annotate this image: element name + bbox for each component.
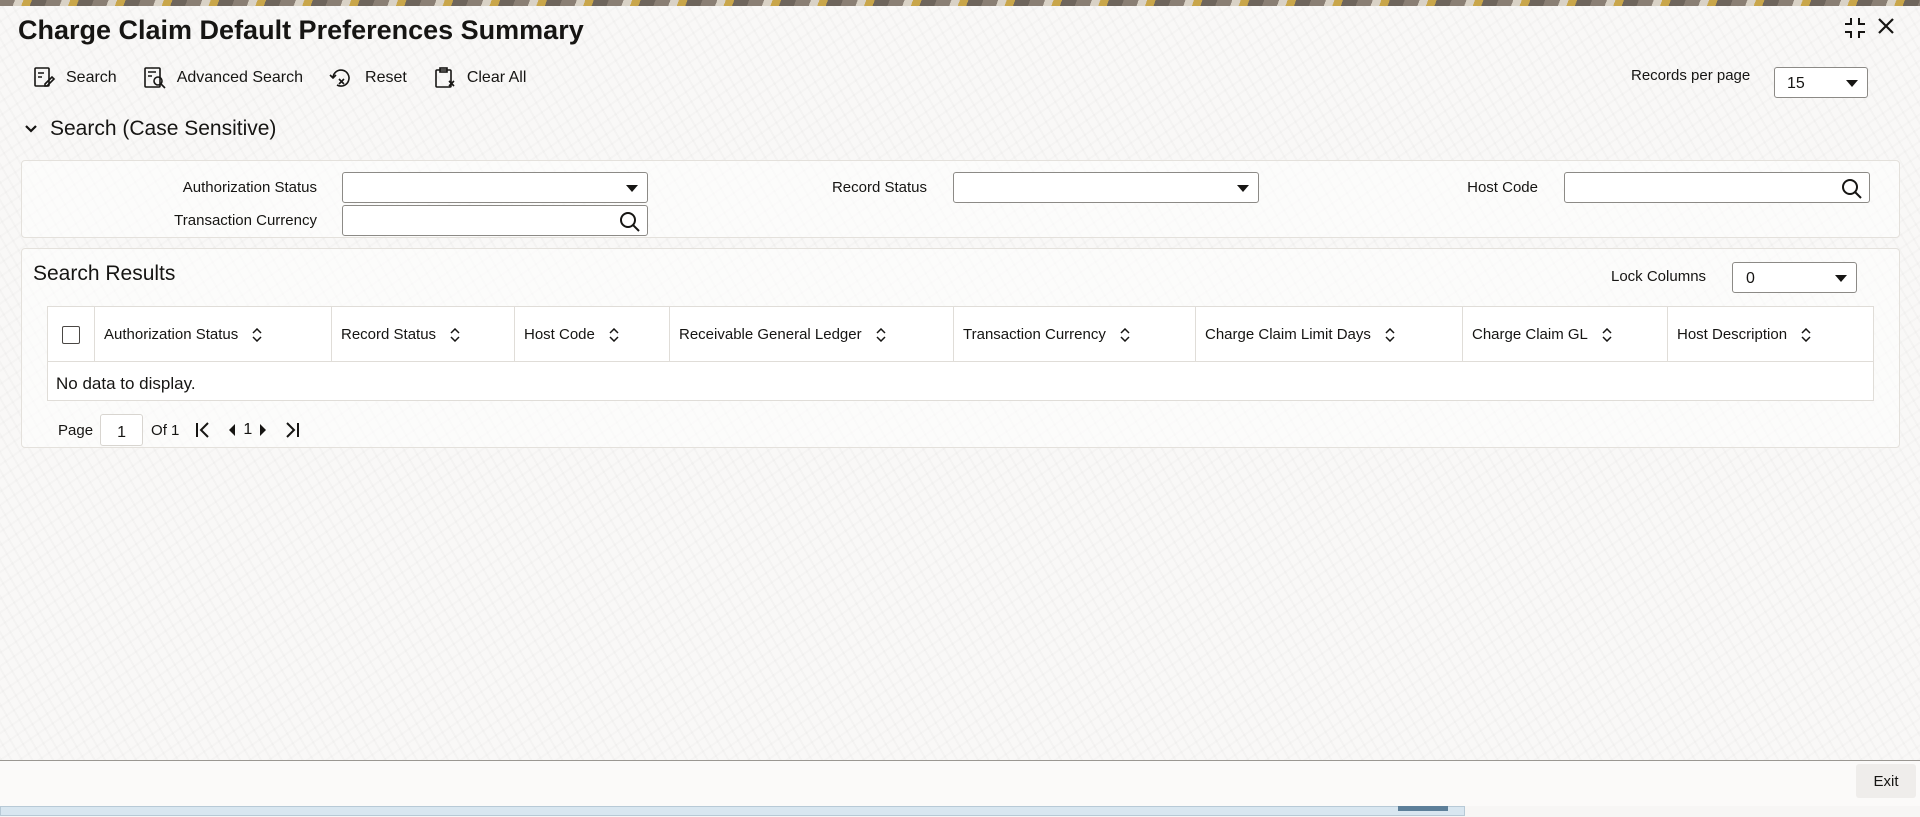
page-number-input[interactable]: 1 xyxy=(100,414,144,446)
transaction-currency-label: Transaction Currency xyxy=(174,212,317,229)
footer-bar xyxy=(0,760,1920,806)
current-page-indicator: 1 xyxy=(243,421,253,438)
sort-icon[interactable] xyxy=(1120,327,1130,342)
column-header-label: Transaction Currency xyxy=(963,326,1106,343)
page-total-label: Of 1 xyxy=(151,421,180,439)
page-number-value: 1 xyxy=(117,424,126,441)
record-status-select[interactable] xyxy=(953,172,1259,203)
column-header[interactable]: Host Code xyxy=(515,307,670,362)
chevron-down-icon xyxy=(1237,185,1249,192)
lock-columns-select[interactable]: 0 xyxy=(1732,262,1857,293)
search-icon[interactable] xyxy=(619,211,641,233)
close-icon[interactable] xyxy=(1876,16,1896,36)
column-header-label: Host Description xyxy=(1677,326,1788,343)
sort-icon[interactable] xyxy=(1385,327,1395,342)
search-results-title: Search Results xyxy=(33,262,176,285)
transaction-currency-input[interactable] xyxy=(342,205,648,236)
exit-button[interactable]: Exit xyxy=(1856,764,1916,798)
sort-icon[interactable] xyxy=(876,327,886,342)
search-button-label: Search xyxy=(66,69,117,86)
column-header[interactable]: Charge Claim Limit Days xyxy=(1196,307,1463,362)
reset-icon xyxy=(329,69,350,87)
results-table: Authorization Status Record Status Host … xyxy=(47,306,1874,401)
previous-page-icon[interactable] xyxy=(227,423,237,437)
column-header[interactable]: Record Status xyxy=(332,307,515,362)
search-icon[interactable] xyxy=(1841,178,1863,200)
horizontal-scrollbar[interactable] xyxy=(0,806,1465,816)
clear-all-button[interactable]: Clear All xyxy=(433,66,527,90)
next-page-icon[interactable] xyxy=(258,423,268,437)
lock-columns-label: Lock Columns xyxy=(1611,268,1707,285)
toolbar: Search Advanced Search Reset Clear All xyxy=(32,66,552,90)
lock-columns-value: 0 xyxy=(1746,270,1755,287)
column-header[interactable]: Receivable General Ledger xyxy=(670,307,954,362)
chevron-down-icon xyxy=(1835,275,1847,282)
column-header[interactable]: Charge Claim GL xyxy=(1463,307,1668,362)
advanced-search-icon xyxy=(143,67,166,89)
clear-all-button-label: Clear All xyxy=(466,69,527,86)
sort-icon[interactable] xyxy=(1602,327,1612,342)
empty-table-message: No data to display. xyxy=(56,374,196,393)
search-button[interactable]: Search xyxy=(32,66,117,90)
advanced-search-button[interactable]: Advanced Search xyxy=(143,66,303,90)
sort-icon[interactable] xyxy=(1801,327,1811,342)
search-section-title: Search (Case Sensitive) xyxy=(50,117,277,140)
select-all-cell xyxy=(48,307,95,362)
column-header[interactable]: Authorization Status xyxy=(95,307,332,362)
column-header-label: Host Code xyxy=(524,326,595,343)
chevron-down-icon xyxy=(25,125,37,133)
search-doc-icon xyxy=(34,67,56,87)
column-header-label: Authorization Status xyxy=(104,326,239,343)
records-per-page-value: 15 xyxy=(1787,75,1805,92)
clear-all-icon xyxy=(435,67,455,88)
pagination: Page 1 Of 1 1 xyxy=(58,414,300,446)
exit-button-label: Exit xyxy=(1873,773,1899,790)
records-per-page-select[interactable]: 15 xyxy=(1774,67,1868,98)
host-code-label: Host Code xyxy=(1467,179,1538,196)
reset-button[interactable]: Reset xyxy=(329,66,407,90)
records-per-page-label: Records per page xyxy=(1631,67,1751,84)
search-section-toggle[interactable]: Search (Case Sensitive) xyxy=(24,117,276,141)
authorization-status-label: Authorization Status xyxy=(182,179,317,196)
first-page-icon[interactable] xyxy=(195,421,211,439)
chevron-down-icon xyxy=(1846,80,1858,87)
sort-icon[interactable] xyxy=(609,327,619,342)
column-header-label: Charge Claim GL xyxy=(1472,326,1588,343)
column-header[interactable]: Transaction Currency xyxy=(954,307,1196,362)
column-header-label: Record Status xyxy=(341,326,437,343)
last-page-icon[interactable] xyxy=(284,421,300,439)
reset-button-label: Reset xyxy=(365,69,407,86)
select-all-checkbox[interactable] xyxy=(62,326,80,344)
page-title: Charge Claim Default Preferences Summary xyxy=(18,15,584,45)
summary-page: Charge Claim Default Preferences Summary… xyxy=(0,0,1920,817)
authorization-status-select[interactable] xyxy=(342,172,648,203)
record-status-label: Record Status xyxy=(831,179,927,196)
table-header-row: Authorization Status Record Status Host … xyxy=(48,307,1873,362)
host-code-input[interactable] xyxy=(1564,172,1870,203)
maximize-icon[interactable] xyxy=(1843,16,1867,40)
sort-icon[interactable] xyxy=(252,327,262,342)
advanced-search-button-label: Advanced Search xyxy=(176,69,304,86)
scrollbar-thumb[interactable] xyxy=(1398,806,1448,811)
page-label: Page xyxy=(58,421,94,439)
chevron-down-icon xyxy=(626,185,638,192)
column-header-label: Receivable General Ledger xyxy=(679,326,862,343)
column-header[interactable]: Host Description xyxy=(1668,307,1874,362)
sort-icon[interactable] xyxy=(450,327,460,342)
column-header-label: Charge Claim Limit Days xyxy=(1205,326,1371,343)
